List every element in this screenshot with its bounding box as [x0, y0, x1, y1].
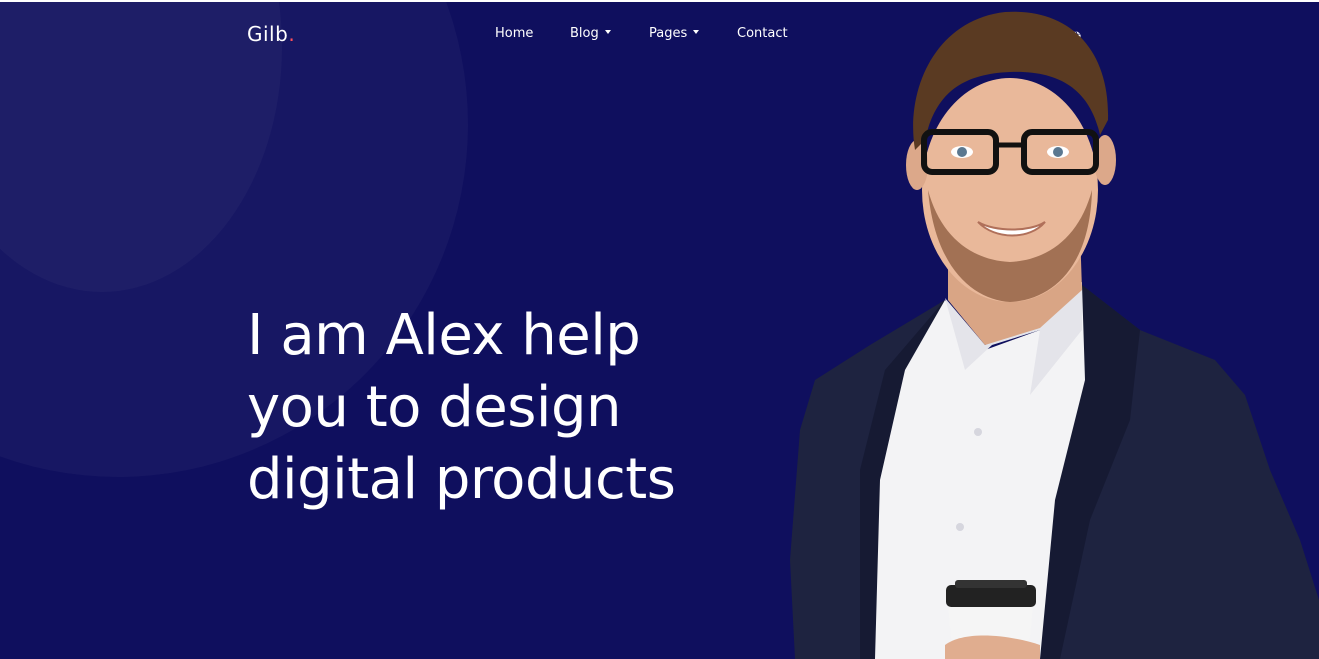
- nav-item-home[interactable]: Home: [495, 26, 533, 41]
- headline-line: you to design: [247, 375, 622, 440]
- headline-line: I am Alex help: [247, 303, 641, 368]
- headline-line: digital products: [247, 447, 676, 512]
- caret-down-icon: [693, 30, 700, 34]
- brand-logo[interactable]: Gilb.: [247, 22, 295, 46]
- nav-item-blog[interactable]: Blog: [570, 26, 611, 41]
- nav-item-label: Blog: [570, 26, 599, 41]
- hero-headline: I am Alex help you to design digital pro…: [247, 300, 807, 516]
- nav-item-pages[interactable]: Pages: [649, 26, 700, 41]
- brand-dot: .: [288, 22, 296, 46]
- portrait-image: [790, 11, 1319, 659]
- caret-down-icon: [604, 30, 611, 34]
- page: Gilb. Home Blog Pages Contact I am Alex …: [0, 0, 1319, 659]
- nav-item-label: Pages: [649, 26, 688, 41]
- nav-item-label: Home: [495, 26, 534, 41]
- brand-name: Gilb: [247, 22, 289, 46]
